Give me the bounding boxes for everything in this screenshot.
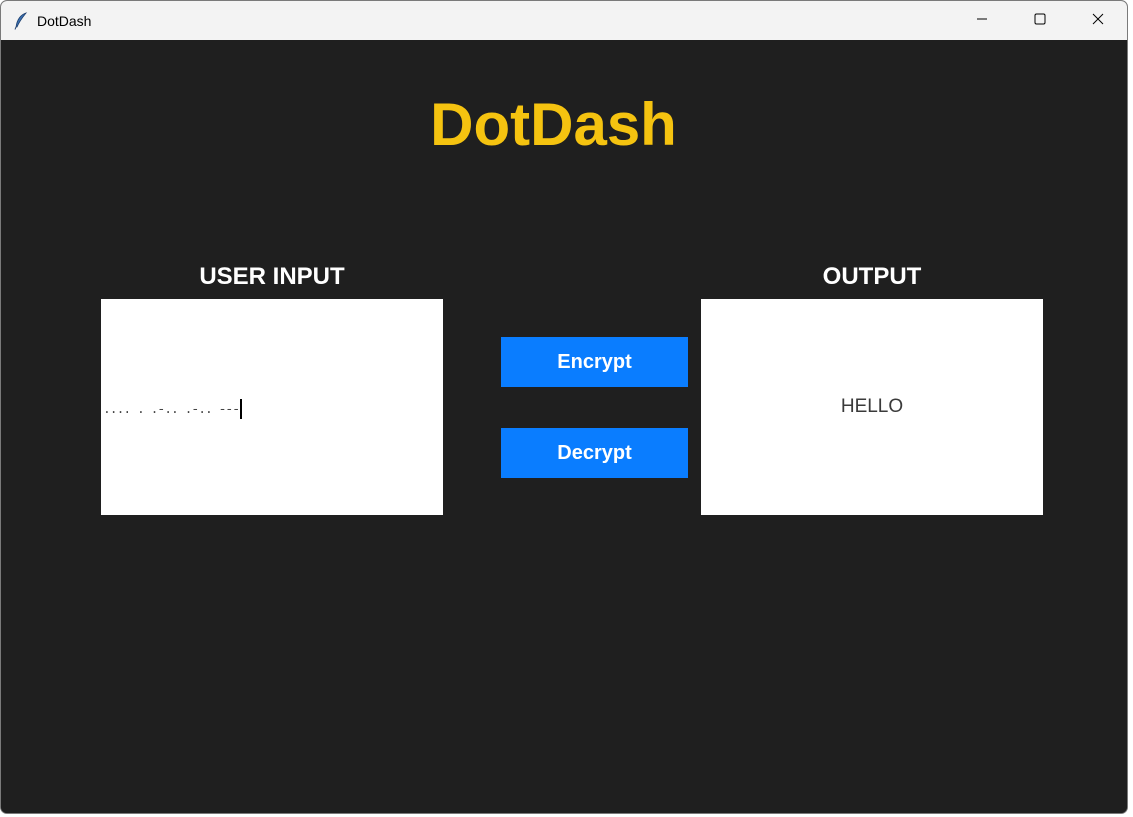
close-button[interactable] <box>1069 1 1127 40</box>
client-area: DotDash USER INPUT OUTPUT .... . .-.. .-… <box>1 40 1127 813</box>
input-label: USER INPUT <box>199 263 345 290</box>
window-controls <box>953 1 1127 40</box>
window-title: DotDash <box>37 12 92 29</box>
input-text-line: .... . .-.. .-.. --- <box>103 399 243 419</box>
decrypt-button[interactable]: Decrypt <box>501 428 688 478</box>
maximize-button[interactable] <box>1011 1 1069 40</box>
encrypt-button[interactable]: Encrypt <box>501 337 688 387</box>
output-label: OUTPUT <box>822 263 922 290</box>
app-heading: DotDash <box>430 91 677 158</box>
title-bar[interactable]: DotDash <box>1 1 1127 40</box>
text-caret <box>240 399 243 419</box>
output-field: HELLO <box>701 299 1043 515</box>
close-icon <box>1092 12 1104 30</box>
app-window: DotDash DotDash USER INPUT OUTPUT .... .… <box>0 0 1128 814</box>
minimize-button[interactable] <box>953 1 1011 40</box>
feather-icon <box>13 11 29 30</box>
maximize-icon <box>1034 12 1046 30</box>
output-value: HELLO <box>840 396 904 417</box>
input-value: .... . .-.. .-.. --- <box>103 401 240 417</box>
minimize-icon <box>976 12 988 30</box>
user-input-field[interactable]: .... . .-.. .-.. --- <box>101 299 443 515</box>
